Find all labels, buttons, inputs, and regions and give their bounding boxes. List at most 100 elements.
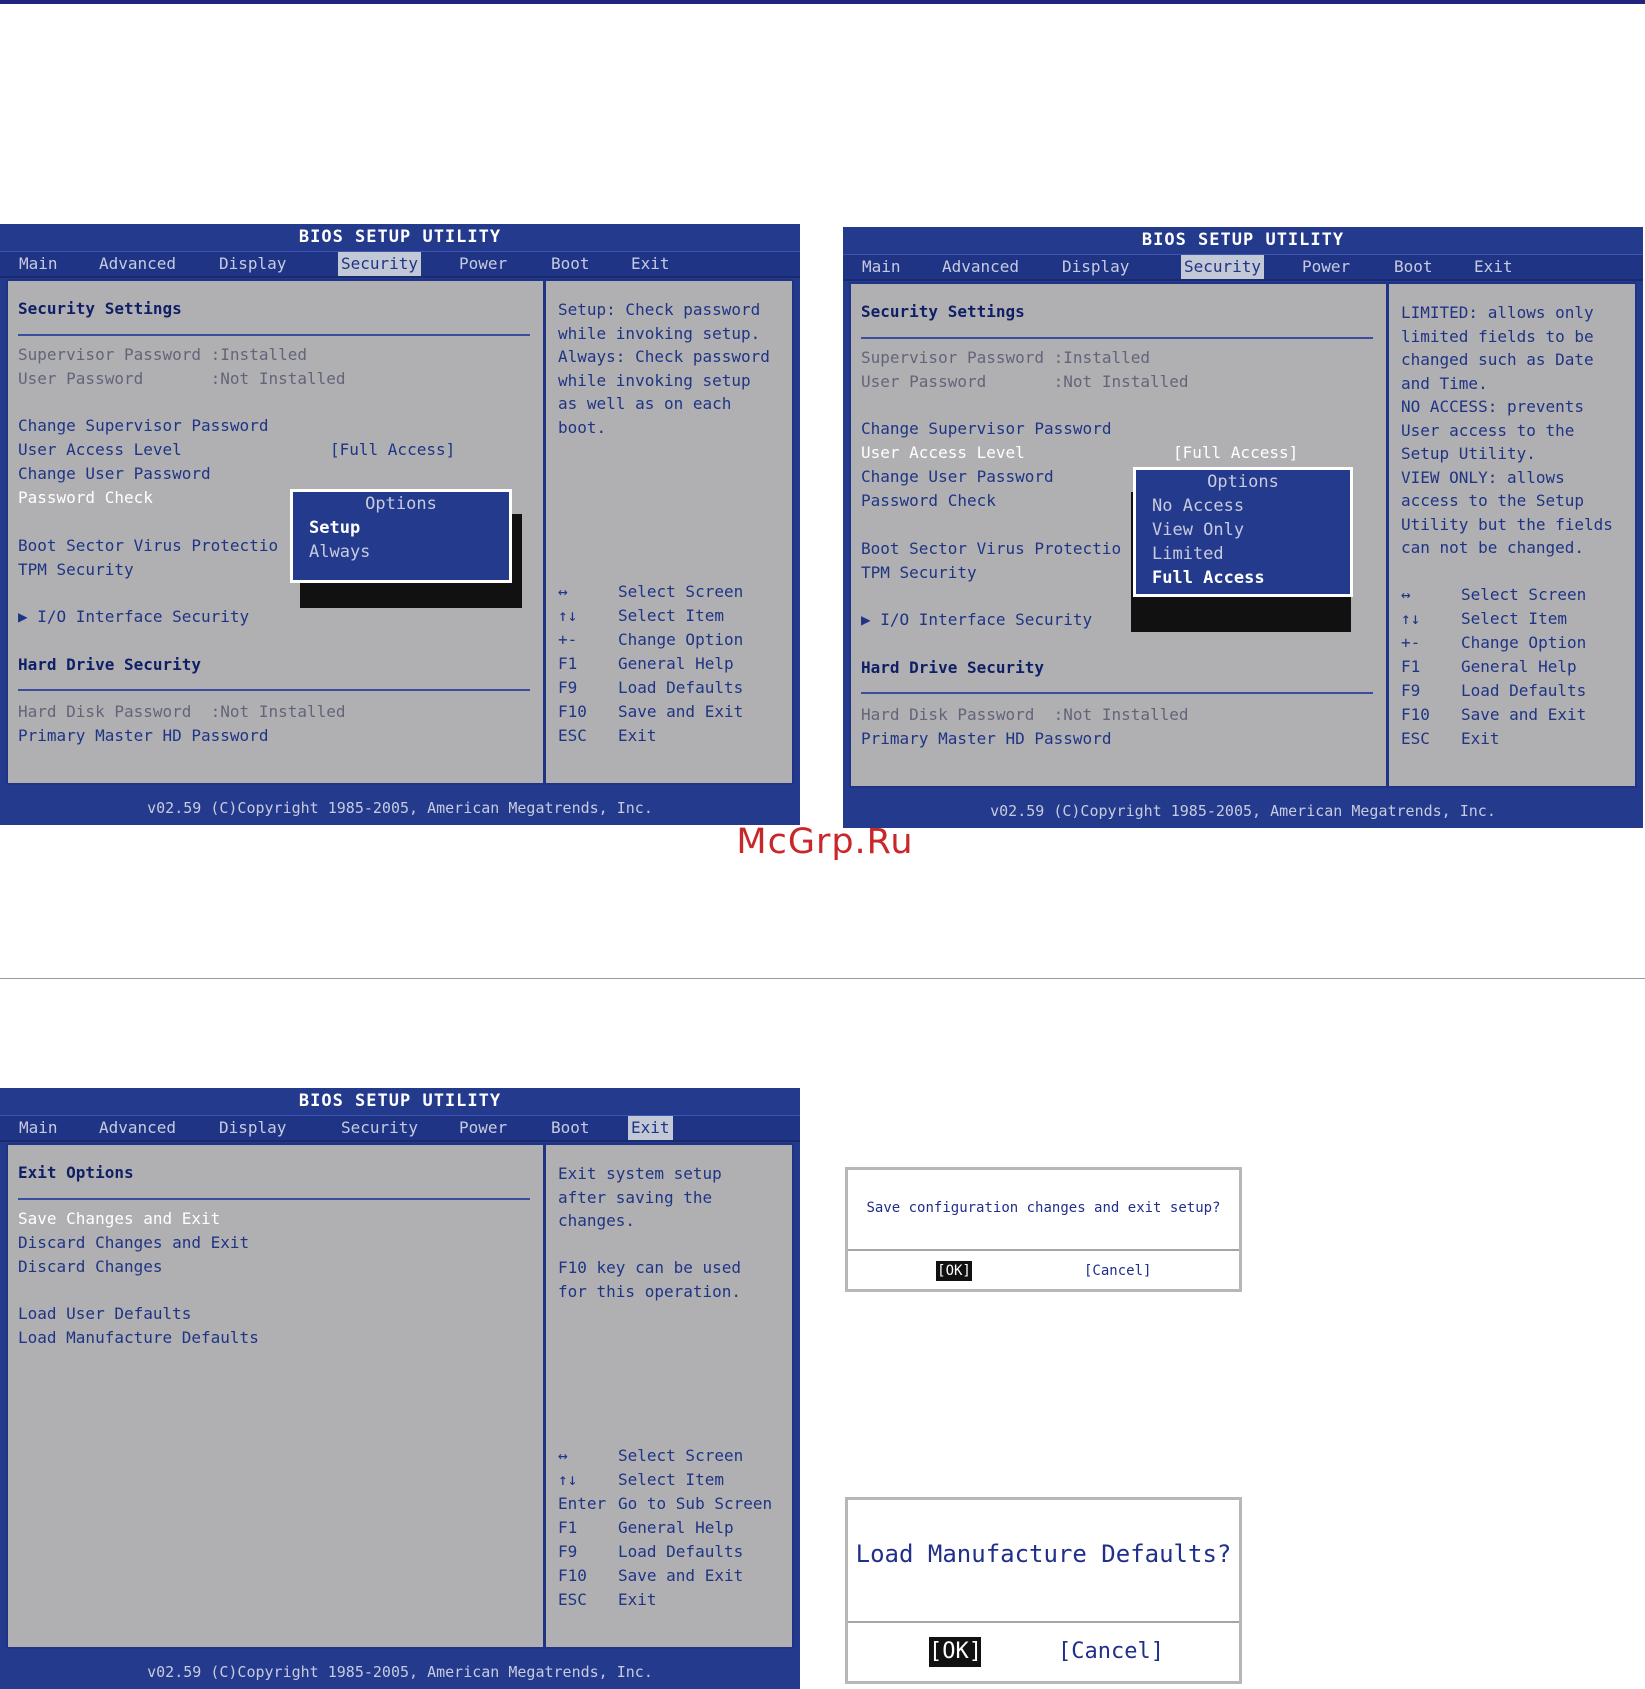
key-hint-key: ESC bbox=[558, 1590, 587, 1609]
change-user-password[interactable]: Change User Password bbox=[18, 463, 211, 485]
option-view-only[interactable]: View Only bbox=[1152, 520, 1244, 540]
io-interface-security[interactable]: ▶ I/O Interface Security bbox=[18, 606, 249, 628]
tab-advanced[interactable]: Advanced bbox=[96, 252, 179, 276]
key-hint-key: ESC bbox=[558, 726, 587, 745]
discard-changes-and-exit[interactable]: Discard Changes and Exit bbox=[18, 1232, 249, 1254]
cancel-button[interactable]: [Cancel] bbox=[1058, 1637, 1164, 1667]
key-hint-action: Change Option bbox=[618, 630, 744, 649]
ok-button[interactable]: [OK] bbox=[936, 1261, 972, 1281]
tab-boot[interactable]: Boot bbox=[548, 252, 593, 276]
key-hint-action: Select Screen bbox=[618, 1446, 744, 1465]
bios-title: BIOS SETUP UTILITY bbox=[1141, 230, 1345, 250]
tab-display[interactable]: Display bbox=[1059, 255, 1132, 279]
key-hint-action: Load Defaults bbox=[1461, 681, 1587, 700]
key-hint-key: F9 bbox=[558, 1542, 578, 1561]
load-user-defaults[interactable]: Load User Defaults bbox=[18, 1303, 191, 1325]
password-check[interactable]: Password Check bbox=[18, 487, 153, 509]
tab-exit[interactable]: Exit bbox=[628, 1116, 673, 1140]
key-hint-key: ESC bbox=[1401, 729, 1430, 748]
save-changes-and-exit[interactable]: Save Changes and Exit bbox=[18, 1208, 220, 1230]
tab-security[interactable]: Security bbox=[1181, 255, 1265, 279]
key-hint-key: ↑↓ bbox=[558, 606, 578, 625]
tab-advanced[interactable]: Advanced bbox=[96, 1116, 179, 1140]
bios-tab-bar: Main Advanced Display Security Power Boo… bbox=[0, 251, 800, 278]
ok-button[interactable]: [OK] bbox=[929, 1637, 982, 1667]
tab-boot[interactable]: Boot bbox=[1391, 255, 1436, 279]
hard-drive-security-heading: Hard Drive Security bbox=[861, 658, 1045, 677]
password-check[interactable]: Password Check bbox=[861, 490, 996, 512]
tab-power[interactable]: Power bbox=[1299, 255, 1353, 279]
section-divider bbox=[0, 978, 1645, 979]
primary-master-hd-password[interactable]: Primary Master HD Password bbox=[861, 728, 1111, 750]
user-access-level-value[interactable]: [Full Access] bbox=[330, 439, 455, 461]
key-hint-key: F1 bbox=[558, 1518, 578, 1537]
dialog-rule bbox=[848, 1621, 1239, 1623]
option-setup[interactable]: Setup bbox=[309, 518, 360, 538]
tab-exit[interactable]: Exit bbox=[1471, 255, 1516, 279]
tab-main[interactable]: Main bbox=[859, 255, 904, 279]
option-always[interactable]: Always bbox=[309, 542, 370, 562]
bios-title: BIOS SETUP UTILITY bbox=[298, 227, 502, 247]
options-popup: Options Setup Always bbox=[290, 489, 512, 583]
load-manufacture-defaults[interactable]: Load Manufacture Defaults bbox=[18, 1327, 259, 1349]
discard-changes[interactable]: Discard Changes bbox=[18, 1256, 163, 1278]
hard-drive-rule bbox=[18, 689, 530, 691]
tab-security[interactable]: Security bbox=[338, 1116, 421, 1140]
bios-title: BIOS SETUP UTILITY bbox=[298, 1091, 502, 1111]
bios-screen-exit-options: BIOS SETUP UTILITY Main Advanced Display… bbox=[0, 1088, 800, 1689]
option-limited[interactable]: Limited bbox=[1152, 544, 1224, 564]
boot-sector-virus-protection[interactable]: Boot Sector Virus Protectio bbox=[861, 538, 1121, 560]
bios-footer: v02.59 (C)Copyright 1985-2005, American … bbox=[843, 795, 1643, 828]
bios-footer: v02.59 (C)Copyright 1985-2005, American … bbox=[0, 1656, 800, 1689]
tpm-security[interactable]: TPM Security bbox=[18, 559, 134, 581]
option-no-access[interactable]: No Access bbox=[1152, 496, 1244, 516]
key-hint-key: +- bbox=[558, 630, 578, 649]
dialog-rule bbox=[848, 1249, 1239, 1251]
io-interface-security[interactable]: ▶ I/O Interface Security bbox=[861, 609, 1092, 631]
tpm-security[interactable]: TPM Security bbox=[861, 562, 977, 584]
option-full-access[interactable]: Full Access bbox=[1152, 568, 1265, 588]
tab-power[interactable]: Power bbox=[456, 1116, 510, 1140]
tab-power[interactable]: Power bbox=[456, 252, 510, 276]
change-supervisor-password[interactable]: Change Supervisor Password bbox=[18, 415, 268, 437]
section-title: Security Settings bbox=[18, 299, 182, 318]
key-hint-action: General Help bbox=[618, 1518, 734, 1537]
tab-advanced[interactable]: Advanced bbox=[939, 255, 1022, 279]
user-access-level-value[interactable]: [Full Access] bbox=[1173, 442, 1298, 464]
change-supervisor-password[interactable]: Change Supervisor Password bbox=[861, 418, 1111, 440]
tab-security[interactable]: Security bbox=[338, 252, 422, 276]
user-password-status: User Password :Not Installed bbox=[861, 372, 1189, 391]
bios-tab-bar: Main Advanced Display Security Power Boo… bbox=[843, 254, 1643, 281]
help-text: LIMITED: allows only limited fields to b… bbox=[1401, 303, 1613, 557]
tab-display[interactable]: Display bbox=[216, 1116, 289, 1140]
tab-display[interactable]: Display bbox=[216, 252, 289, 276]
cancel-button[interactable]: [Cancel] bbox=[1084, 1261, 1151, 1281]
key-hint-action: Save and Exit bbox=[618, 1566, 744, 1585]
key-hint-action: General Help bbox=[618, 654, 734, 673]
tab-exit[interactable]: Exit bbox=[628, 252, 673, 276]
tab-boot[interactable]: Boot bbox=[548, 1116, 593, 1140]
section-rule bbox=[18, 334, 530, 336]
key-hint-action: Select Screen bbox=[1461, 585, 1587, 604]
key-hint-action: Select Item bbox=[618, 606, 724, 625]
tab-main[interactable]: Main bbox=[16, 1116, 61, 1140]
change-user-password[interactable]: Change User Password bbox=[861, 466, 1054, 488]
key-hint-action: Load Defaults bbox=[618, 678, 744, 697]
hard-disk-password-status: Hard Disk Password :Not Installed bbox=[861, 705, 1189, 724]
key-hint-key: ↔ bbox=[1401, 585, 1411, 604]
primary-master-hd-password[interactable]: Primary Master HD Password bbox=[18, 725, 268, 747]
boot-sector-virus-protection[interactable]: Boot Sector Virus Protectio bbox=[18, 535, 278, 557]
key-hint-key: F1 bbox=[1401, 657, 1421, 676]
help-text: Setup: Check password while invoking set… bbox=[558, 300, 770, 437]
key-hint-action: Select Screen bbox=[618, 582, 744, 601]
section-rule bbox=[861, 337, 1373, 339]
key-hint-key: ↑↓ bbox=[558, 1470, 578, 1489]
key-hint-action: Exit bbox=[618, 726, 657, 745]
key-hint-action: Save and Exit bbox=[618, 702, 744, 721]
key-hint-key: F1 bbox=[558, 654, 578, 673]
options-popup-title: Options bbox=[365, 494, 437, 514]
user-access-level[interactable]: User Access Level bbox=[18, 439, 182, 461]
key-hint-key: ↑↓ bbox=[1401, 609, 1421, 628]
tab-main[interactable]: Main bbox=[16, 252, 61, 276]
user-access-level[interactable]: User Access Level bbox=[861, 442, 1025, 464]
